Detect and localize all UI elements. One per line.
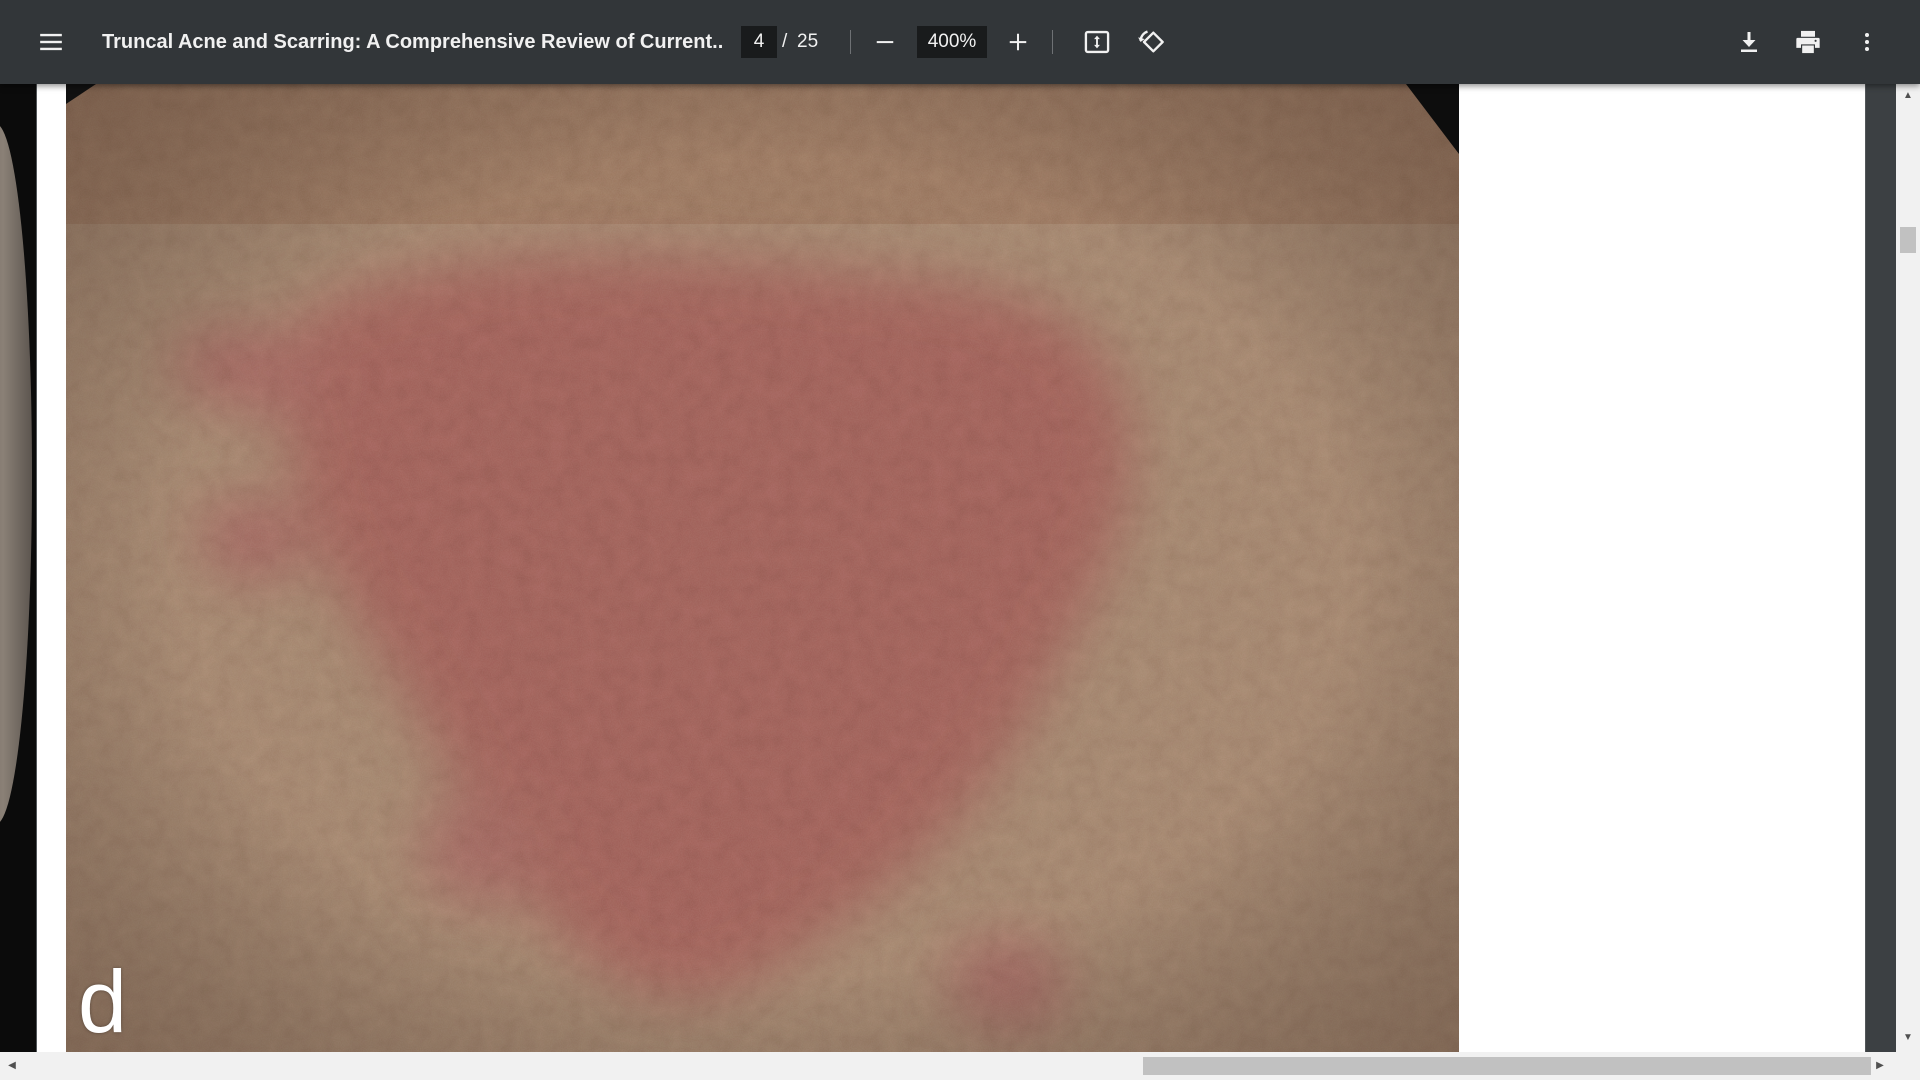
- plus-icon: [1009, 33, 1027, 51]
- page-number-input[interactable]: [741, 26, 777, 58]
- hamburger-menu-icon: [40, 33, 62, 51]
- page-side-strip: [1866, 84, 1896, 1052]
- scroll-right-arrow-icon[interactable]: ▶: [1870, 1056, 1890, 1076]
- page-total: 25: [797, 31, 819, 52]
- vertical-scroll-thumb[interactable]: [1900, 227, 1916, 253]
- scroll-up-arrow-icon[interactable]: ▲: [1898, 86, 1918, 106]
- figure-panel-label: d: [78, 952, 127, 1051]
- more-actions-button[interactable]: [1843, 18, 1891, 66]
- download-icon: [1741, 32, 1757, 52]
- skin-rash-image: [66, 84, 1459, 1052]
- vertical-scrollbar[interactable]: ▲ ▼: [1896, 84, 1920, 1052]
- adjacent-photo-sliver: [0, 124, 32, 824]
- minus-icon: [876, 41, 894, 44]
- fit-to-page-button[interactable]: [1073, 18, 1121, 66]
- print-icon: [1796, 30, 1820, 54]
- print-button[interactable]: [1784, 18, 1832, 66]
- rotate-button[interactable]: [1127, 18, 1175, 66]
- toolbar: Truncal Acne and Scarring: A Comprehensi…: [0, 0, 1920, 84]
- menu-button[interactable]: [27, 18, 75, 66]
- zoom-in-button[interactable]: [994, 18, 1042, 66]
- zoom-level-input[interactable]: [917, 26, 987, 58]
- horizontal-scroll-thumb[interactable]: [1143, 1057, 1871, 1075]
- adjacent-page-edge: [0, 84, 36, 1052]
- document-title: Truncal Acne and Scarring: A Comprehensi…: [102, 31, 722, 53]
- toolbar-divider: [1052, 30, 1053, 54]
- download-button[interactable]: [1725, 18, 1773, 66]
- scroll-left-arrow-icon[interactable]: ◀: [2, 1056, 22, 1076]
- pdf-page: d: [37, 84, 1865, 1052]
- toolbar-divider: [850, 30, 851, 54]
- horizontal-scrollbar[interactable]: ◀ ▶: [0, 1052, 1920, 1080]
- more-vertical-icon: [1865, 33, 1869, 51]
- page-separator: /: [782, 31, 788, 52]
- scroll-down-arrow-icon[interactable]: ▼: [1898, 1028, 1918, 1048]
- clinical-photo: d: [66, 84, 1459, 1052]
- pdf-viewer: Truncal Acne and Scarring: A Comprehensi…: [0, 0, 1920, 1080]
- fit-to-page-icon: [1084, 30, 1110, 54]
- rotate-counterclockwise-icon: [1138, 30, 1164, 53]
- zoom-out-button[interactable]: [861, 18, 909, 66]
- document-viewport[interactable]: d: [0, 84, 1866, 1052]
